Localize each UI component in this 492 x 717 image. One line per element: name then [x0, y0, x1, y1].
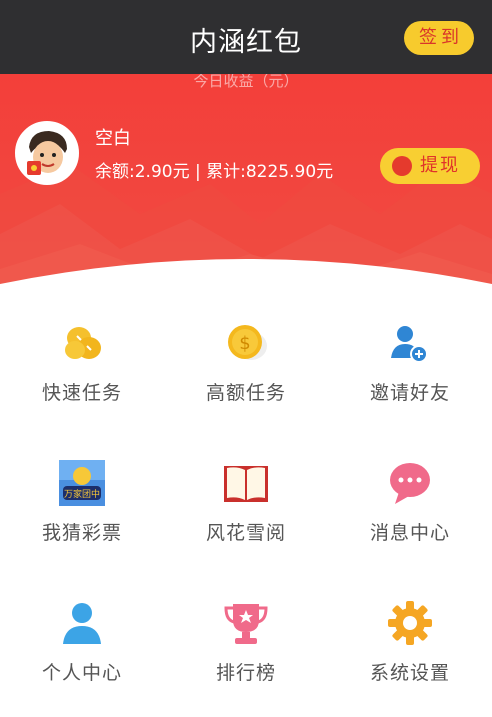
menu-item-label: 消息中心 — [369, 522, 450, 544]
menu-item-personal-center[interactable]: 个人中心 — [0, 570, 164, 710]
lottery-icon: 万家团中 — [59, 460, 105, 506]
menu-item-label: 邀请好友 — [369, 382, 450, 404]
menu-item-leaderboard[interactable]: 排行榜 — [164, 570, 328, 710]
lottery-icon-text: 万家团中 — [64, 488, 100, 500]
message-bubble-icon — [390, 463, 430, 504]
trophy-icon — [224, 604, 268, 644]
wallet-icon — [392, 156, 412, 176]
cartoon-avatar-icon — [17, 123, 77, 183]
menu-item-system-settings[interactable]: 系统设置 — [328, 570, 492, 710]
add-user-icon — [391, 326, 428, 363]
menu-item-label: 风花雪阅 — [205, 522, 286, 544]
menu-item-label: 个人中心 — [41, 662, 122, 684]
gear-icon — [388, 601, 432, 645]
today-earnings-label: 今日收益（元） — [193, 74, 299, 90]
withdraw-label: 提现 — [420, 155, 460, 176]
menu-item-high-reward-tasks[interactable]: $ 高额任务 — [164, 290, 328, 430]
menu-item-label: 我猜彩票 — [41, 522, 122, 544]
signin-button[interactable]: 签到 — [404, 21, 474, 55]
menu-item-reading[interactable]: 风花雪阅 — [164, 430, 328, 570]
menu-grid: 快速任务 $ 高额任务 邀请好友 万家团中 我猜彩票 风花雪阅 消息中心 个人中… — [0, 290, 492, 717]
menu-item-invite-friends[interactable]: 邀请好友 — [328, 290, 492, 430]
coins-icon — [65, 327, 101, 359]
dollar-coin-icon: $ — [228, 325, 267, 360]
menu-item-label: 系统设置 — [369, 662, 450, 684]
menu-item-label: 高额任务 — [205, 382, 286, 404]
book-icon — [224, 466, 268, 502]
menu-item-label: 排行榜 — [215, 662, 276, 684]
menu-item-messages[interactable]: 消息中心 — [328, 430, 492, 570]
menu-item-lottery[interactable]: 万家团中 我猜彩票 — [0, 430, 164, 570]
menu-item-label: 快速任务 — [41, 382, 122, 404]
withdraw-button[interactable]: 提现 — [380, 148, 480, 184]
person-icon — [63, 603, 101, 644]
username: 空白 — [95, 128, 131, 149]
top-bar: 内涵红包 签到 — [0, 0, 492, 74]
svg-text:$: $ — [239, 333, 250, 354]
menu-item-quick-tasks[interactable]: 快速任务 — [0, 290, 164, 430]
mountains-background — [0, 164, 492, 314]
avatar[interactable] — [15, 121, 79, 185]
balance-text: 余额:2.90元 | 累计:8225.90元 — [95, 162, 334, 182]
profile-banner: 今日收益（元） 空白 余额:2.90元 | 累计:8225.90元 提现 — [0, 74, 492, 314]
